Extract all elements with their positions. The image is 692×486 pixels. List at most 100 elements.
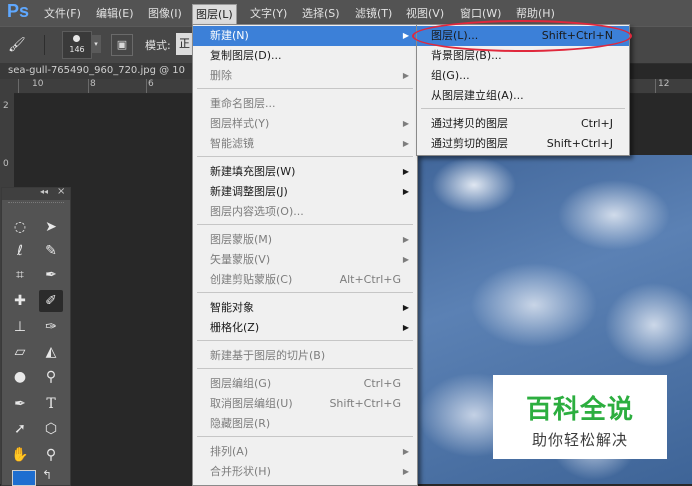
layer-menu-dropdown: 新建(N) ▶ 复制图层(D)... 删除 ▶ 重命名图层... 图层样式(Y) ▶ 智能滤镜 ▶… [192, 24, 418, 486]
menu-type[interactable]: 文字(Y) [250, 6, 287, 22]
menu-item[interactable]: 新建(N) ▶ [193, 26, 417, 46]
grip-handle[interactable] [8, 202, 64, 205]
eyedropper-tool-icon[interactable]: ✒ [39, 264, 63, 286]
lasso-tool-icon[interactable]: ℓ [8, 240, 32, 262]
submenu-arrow-icon: ▶ [402, 139, 409, 148]
menu-item[interactable]: 新建填充图层(W) ▶ [193, 162, 417, 182]
ruler-tick [655, 79, 656, 93]
tools-panel-header[interactable]: ◂◂ × [2, 186, 70, 200]
menu-item[interactable]: 图层蒙版(M) ▶ [193, 230, 417, 250]
brush-tool-preset-icon[interactable]: 🖌 [8, 36, 36, 54]
menu-item[interactable]: 新建调整图层(J) ▶ [193, 182, 417, 202]
healing-brush-tool-icon[interactable]: ✚ [8, 290, 32, 312]
menu-item-label: 新建填充图层(W) [210, 165, 296, 178]
menu-item[interactable]: 排列(A) ▶ [193, 442, 417, 462]
submenu-arrow-icon: ▶ [402, 71, 409, 80]
menu-filter[interactable]: 滤镜(T) [355, 6, 392, 22]
type-tool-icon[interactable]: T [39, 393, 63, 415]
brush-panel-toggle-icon[interactable]: ▣ [111, 34, 133, 56]
menu-edit[interactable]: 编辑(E) [96, 6, 134, 22]
hand-tool-icon[interactable]: ✋ [8, 444, 32, 466]
menu-item-label: 图层编组(G) [210, 377, 272, 390]
menu-item-label: 隐藏图层(R) [210, 417, 271, 430]
shape-tool-icon[interactable]: ⬡ [39, 418, 63, 440]
submenu-arrow-icon: ▶ [402, 119, 409, 128]
menu-item[interactable]: 复制图层(D)... [193, 46, 417, 66]
eraser-tool-icon[interactable]: ▱ [8, 341, 32, 363]
submenu-arrow-icon: ▶ [402, 447, 409, 456]
close-icon[interactable]: × [57, 186, 65, 197]
submenu-arrow-icon: ▶ [402, 303, 409, 312]
menu-view[interactable]: 视图(V) [406, 6, 444, 22]
mode-label: 模式: [145, 39, 171, 52]
menu-item-label: 组(G)... [431, 69, 470, 82]
marquee-tool-icon[interactable]: ◌ [8, 216, 32, 238]
clone-stamp-tool-icon[interactable]: ⊥ [8, 316, 32, 338]
menu-item-label: 智能滤镜 [210, 137, 254, 150]
menu-item[interactable]: 组(G)... [417, 66, 629, 86]
menu-item[interactable]: 从图层建立组(A)... [417, 86, 629, 106]
menu-item-label: 智能对象 [210, 301, 254, 314]
menu-item-label: 从图层建立组(A)... [431, 89, 524, 102]
document-tab[interactable]: sea-gull-765490_960_720.jpg @ 10 [0, 63, 208, 79]
menu-item[interactable]: 图层编组(G) Ctrl+G [193, 374, 417, 394]
chevron-down-icon[interactable]: ▾ [91, 35, 101, 53]
paint-bucket-tool-icon[interactable]: ◭ [39, 341, 63, 363]
ruler-label: 0 [3, 159, 9, 169]
menu-item[interactable]: 矢量蒙版(V) ▶ [193, 250, 417, 270]
watermark-logo: 百科全说 助你轻松解决 [493, 375, 667, 459]
menu-file[interactable]: 文件(F) [44, 6, 81, 22]
move-tool-icon[interactable]: ➤ [39, 216, 63, 238]
menu-item[interactable]: 合并形状(H) ▶ [193, 462, 417, 482]
menu-item-shortcut: Shift+Ctrl+G [329, 397, 401, 410]
menu-item-shortcut: Ctrl+G [363, 377, 401, 390]
menu-separator [197, 88, 413, 89]
menu-item[interactable]: 智能滤镜 ▶ [193, 134, 417, 154]
menu-separator [197, 292, 413, 293]
menu-item-label: 通过拷贝的图层 [431, 117, 508, 130]
menu-item[interactable]: 取消图层编组(U) Shift+Ctrl+G [193, 394, 417, 414]
menu-layer[interactable]: 图层(L) [192, 4, 237, 26]
path-selection-tool-icon[interactable]: ➚ [8, 418, 32, 440]
menu-item-label: 复制图层(D)... [210, 49, 282, 62]
pen-tool-icon[interactable]: ✒ [8, 393, 32, 415]
blur-tool-icon[interactable]: ● [8, 366, 32, 388]
submenu-arrow-icon: ▶ [402, 187, 409, 196]
quick-select-tool-icon[interactable]: ✎ [39, 240, 63, 262]
menu-item[interactable]: 删除 ▶ [193, 66, 417, 86]
menu-item[interactable]: 图层样式(Y) ▶ [193, 114, 417, 134]
menu-item-label: 合并形状(H) [210, 465, 271, 478]
menu-item-label: 排列(A) [210, 445, 249, 458]
menu-item-shortcut: Alt+Ctrl+G [339, 273, 401, 286]
menu-separator [197, 436, 413, 437]
menu-separator [421, 108, 625, 109]
menu-item[interactable]: 通过拷贝的图层 Ctrl+J [417, 114, 629, 134]
menu-separator [197, 224, 413, 225]
menu-select[interactable]: 选择(S) [302, 6, 340, 22]
brush-size-picker[interactable]: 146 [62, 31, 92, 59]
ruler-label: 6 [148, 79, 154, 89]
crop-tool-icon[interactable]: ⌗ [8, 264, 32, 286]
menu-item[interactable]: 创建剪贴蒙版(C) Alt+Ctrl+G [193, 270, 417, 290]
menu-item-label: 新建(N) [210, 29, 249, 42]
menu-item[interactable]: 新建基于图层的切片(B) [193, 346, 417, 366]
zoom-tool-icon[interactable]: ⚲ [39, 444, 63, 466]
swap-colors-icon[interactable]: ↰ [42, 468, 52, 482]
history-brush-tool-icon[interactable]: ✑ [39, 316, 63, 338]
menu-item[interactable]: 栅格化(Z) ▶ [193, 318, 417, 338]
menu-item[interactable]: 重命名图层... [193, 94, 417, 114]
menu-separator [197, 340, 413, 341]
dodge-tool-icon[interactable]: ⚲ [39, 366, 63, 388]
brush-tool-icon[interactable]: ✐ [39, 290, 63, 312]
menu-item[interactable]: 图层内容选项(O)... [193, 202, 417, 222]
submenu-arrow-icon: ▶ [402, 255, 409, 264]
ruler-label: 10 [32, 79, 44, 89]
menu-item[interactable]: 隐藏图层(R) [193, 414, 417, 434]
menu-item[interactable]: 通过剪切的图层 Shift+Ctrl+J [417, 134, 629, 154]
menu-item[interactable]: 智能对象 ▶ [193, 298, 417, 318]
collapse-icon[interactable]: ◂◂ [40, 187, 48, 196]
menu-item-label: 矢量蒙版(V) [210, 253, 271, 266]
menu-image[interactable]: 图像(I) [148, 6, 182, 22]
menu-item-label: 新建基于图层的切片(B) [210, 349, 326, 362]
menu-item-label: 栅格化(Z) [210, 321, 260, 334]
